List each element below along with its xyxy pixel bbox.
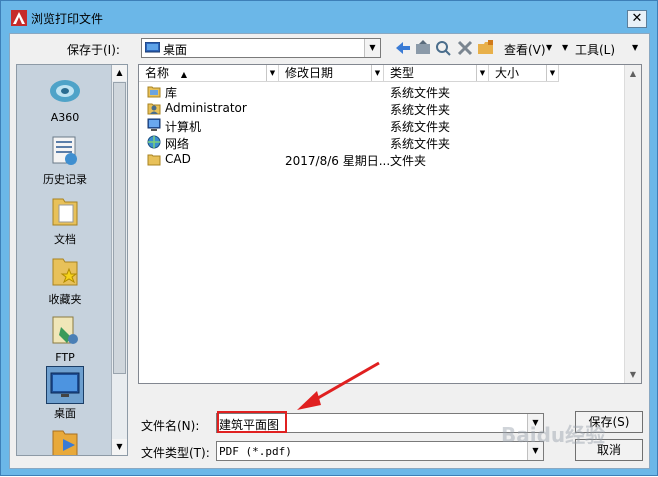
user-icon bbox=[147, 103, 161, 115]
file-row-cad[interactable]: CAD 2017/8/6 星期日... 文件夹 bbox=[139, 151, 639, 168]
scroll-down-icon[interactable]: ▼ bbox=[625, 366, 641, 383]
column-type[interactable]: 类型 ▼ bbox=[384, 65, 489, 82]
favorites-icon bbox=[52, 258, 78, 286]
desktop-small-icon bbox=[145, 42, 160, 53]
a360-icon bbox=[50, 80, 80, 102]
view-menu[interactable]: 查看(V) bbox=[504, 41, 546, 58]
history-icon bbox=[52, 136, 77, 165]
column-date[interactable]: 修改日期 ▼ bbox=[279, 65, 384, 82]
place-label: A360 bbox=[50, 111, 80, 124]
up-folder-icon[interactable] bbox=[414, 39, 432, 57]
place-history[interactable]: 历史记录 bbox=[17, 133, 113, 187]
dialog-window: 浏览打印文件 ✕ 保存于(I): 桌面 ▼ 查看(V) ▼ ▼ 工具(L) ▼ … bbox=[0, 0, 658, 476]
place-documents[interactable]: 文档 bbox=[17, 193, 113, 247]
file-row-library[interactable]: 库 系统文件夹 bbox=[139, 83, 639, 100]
file-name: Administrator bbox=[165, 101, 247, 115]
scroll-thumb[interactable] bbox=[113, 82, 126, 374]
filetype-label: 文件类型(T): bbox=[141, 446, 210, 460]
desktop-icon bbox=[46, 366, 84, 404]
folder-icon bbox=[52, 430, 78, 455]
window-title: 浏览打印文件 bbox=[31, 12, 104, 26]
location-value: 桌面 bbox=[163, 43, 188, 57]
file-type: 系统文件夹 bbox=[390, 137, 451, 151]
places-sidebar: A360 历史记录 文档 收藏夹 FTP 桌面 ▲ ▼ bbox=[16, 64, 128, 456]
network-icon bbox=[147, 135, 161, 149]
back-icon[interactable] bbox=[394, 39, 412, 57]
tools-menu[interactable]: 工具(L) bbox=[575, 41, 615, 58]
column-size[interactable]: 大小 ▼ bbox=[489, 65, 559, 82]
file-type: 系统文件夹 bbox=[390, 103, 451, 117]
scroll-down-icon[interactable]: ▼ bbox=[112, 439, 127, 455]
file-list: 名称 ▲ ▼ 修改日期 ▼ 类型 ▼ 大小 ▼ 库 系统文件夹 Administ… bbox=[138, 64, 642, 384]
folder-icon bbox=[147, 154, 161, 166]
file-name: CAD bbox=[165, 152, 191, 166]
dialog-client: 保存于(I): 桌面 ▼ 查看(V) ▼ ▼ 工具(L) ▼ A360 历史记录… bbox=[9, 33, 650, 469]
column-menu-icon[interactable]: ▼ bbox=[371, 65, 383, 81]
place-favorites[interactable]: 收藏夹 bbox=[17, 253, 113, 307]
file-type: 系统文件夹 bbox=[390, 120, 451, 134]
file-row-administrator[interactable]: Administrator 系统文件夹 bbox=[139, 100, 639, 117]
autocad-app-icon bbox=[11, 10, 27, 26]
save-in-label: 保存于(I): bbox=[67, 43, 120, 57]
scroll-up-icon[interactable]: ▲ bbox=[112, 65, 127, 81]
place-desktop[interactable]: 桌面 bbox=[17, 366, 113, 421]
new-folder-icon[interactable] bbox=[477, 39, 495, 57]
place-label: 桌面 bbox=[54, 407, 76, 420]
file-type: 文件夹 bbox=[390, 154, 427, 168]
annotation-highlight-box bbox=[217, 411, 287, 433]
scroll-up-icon[interactable]: ▲ bbox=[625, 65, 641, 82]
column-menu-icon[interactable]: ▼ bbox=[546, 65, 558, 81]
view-chevron-down-icon[interactable]: ▼ bbox=[546, 43, 552, 52]
file-name: 计算机 bbox=[165, 120, 202, 134]
close-button[interactable]: ✕ bbox=[627, 10, 647, 28]
computer-icon bbox=[147, 118, 161, 131]
ftp-icon bbox=[52, 316, 78, 344]
column-name[interactable]: 名称 ▲ ▼ bbox=[139, 65, 279, 82]
column-menu-icon[interactable]: ▼ bbox=[266, 65, 278, 81]
place-label: 文档 bbox=[54, 233, 76, 246]
watermark: Baidu经验 bbox=[501, 423, 606, 447]
chevron-down-icon[interactable]: ▼ bbox=[364, 39, 380, 57]
file-row-network[interactable]: 网络 系统文件夹 bbox=[139, 134, 639, 151]
place-label: FTP bbox=[55, 351, 75, 364]
filetype-value: PDF (*.pdf) bbox=[219, 445, 292, 458]
file-name: 库 bbox=[165, 86, 178, 100]
location-dropdown[interactable]: 桌面 ▼ bbox=[141, 38, 381, 58]
tools-menu-arrow-icon[interactable]: ▼ bbox=[632, 43, 638, 52]
place-next[interactable] bbox=[17, 425, 113, 455]
filetype-select[interactable]: PDF (*.pdf) ▼ bbox=[216, 441, 544, 461]
place-ftp[interactable]: FTP bbox=[17, 313, 113, 364]
file-row-computer[interactable]: 计算机 系统文件夹 bbox=[139, 117, 639, 134]
file-list-scrollbar[interactable]: ▲ ▼ bbox=[624, 65, 641, 383]
file-date: 2017/8/6 星期日... bbox=[285, 154, 391, 168]
file-type: 系统文件夹 bbox=[390, 86, 451, 100]
documents-icon bbox=[52, 198, 78, 226]
filename-label: 文件名(N): bbox=[141, 419, 200, 433]
place-label: 历史记录 bbox=[43, 173, 87, 186]
delete-icon[interactable] bbox=[456, 39, 474, 57]
title-bar[interactable]: 浏览打印文件 ✕ bbox=[1, 1, 657, 34]
library-icon bbox=[147, 86, 161, 98]
tools-chevron-down-icon[interactable]: ▼ bbox=[562, 43, 568, 52]
place-a360[interactable]: A360 bbox=[17, 73, 113, 124]
search-web-icon[interactable] bbox=[434, 39, 452, 57]
places-scrollbar[interactable]: ▲ ▼ bbox=[111, 65, 127, 455]
column-menu-icon[interactable]: ▼ bbox=[476, 65, 488, 81]
file-name: 网络 bbox=[165, 137, 190, 151]
place-label: 收藏夹 bbox=[48, 293, 82, 306]
sort-asc-icon: ▲ bbox=[180, 70, 187, 79]
